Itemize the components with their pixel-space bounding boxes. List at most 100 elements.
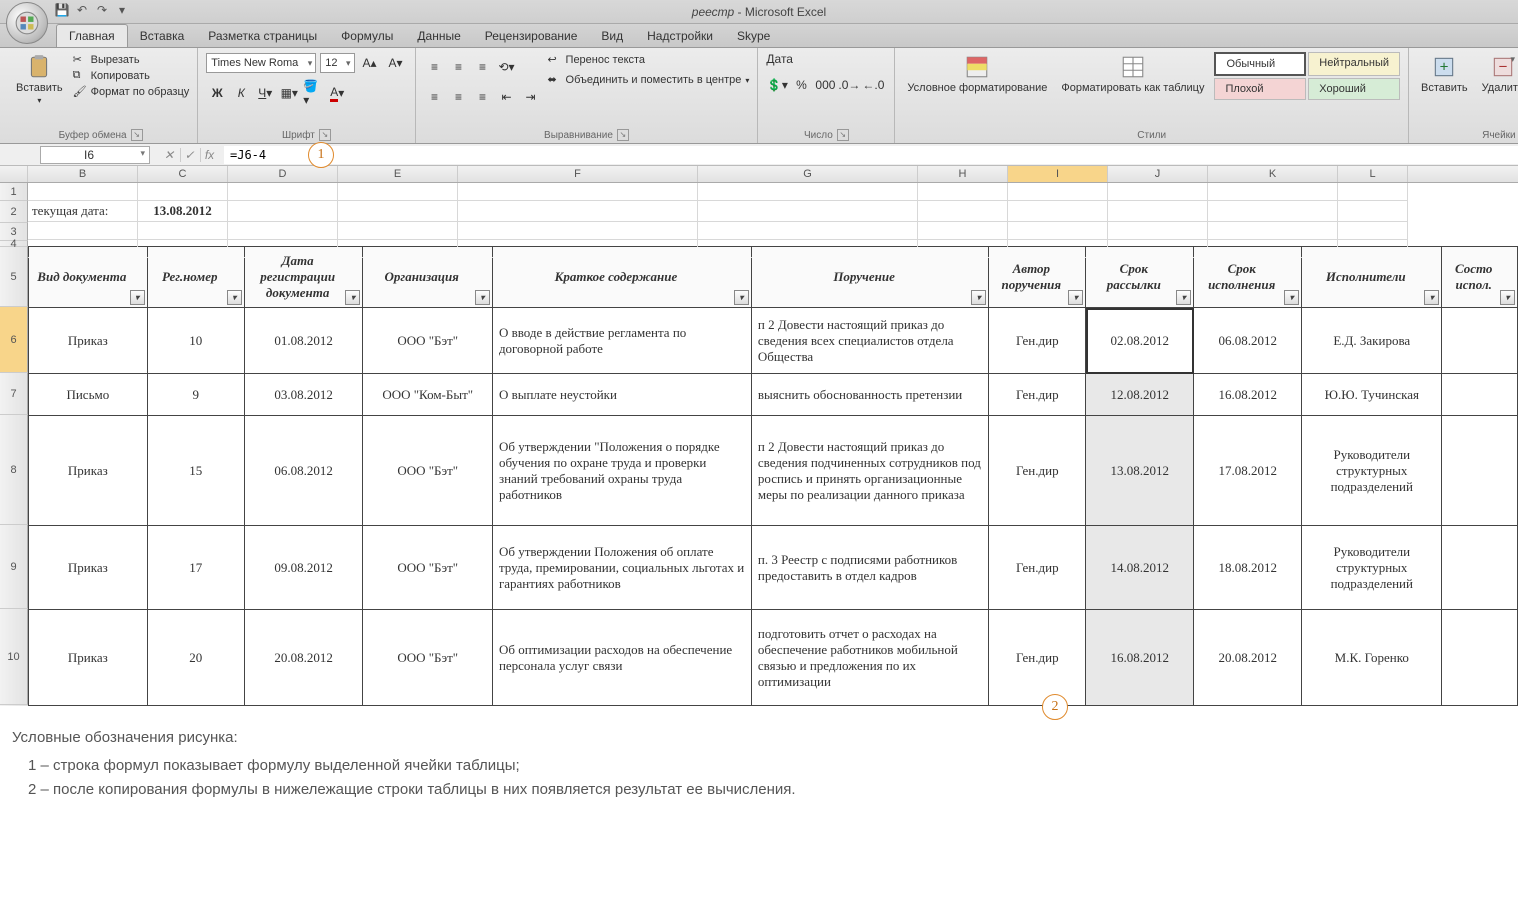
table-row[interactable]: Письмо903.08.2012ООО "Ком-Быт"О выплате … <box>29 374 1518 416</box>
table-cell[interactable] <box>1442 308 1518 374</box>
underline-button[interactable]: Ч▾ <box>254 82 276 104</box>
table-cell[interactable]: О выплате неустойки <box>492 374 751 416</box>
select-all-corner[interactable] <box>0 166 28 182</box>
table-header-cell[interactable]: Вид документа▾ <box>29 247 148 308</box>
office-button[interactable] <box>6 2 48 44</box>
dialog-launcher-icon[interactable]: ↘ <box>319 129 331 141</box>
copy-button[interactable]: ⧉Копировать <box>73 68 190 84</box>
filter-dropdown-icon[interactable]: ▾ <box>1176 290 1191 305</box>
font-size-combo[interactable]: 12 <box>320 53 354 73</box>
row-header[interactable]: 10 <box>0 609 28 705</box>
style-good[interactable]: Хороший <box>1308 78 1400 100</box>
table-cell[interactable]: 20 <box>147 610 244 706</box>
table-cell[interactable] <box>1442 610 1518 706</box>
table-cell[interactable]: 16.08.2012 <box>1194 374 1302 416</box>
cut-button[interactable]: ✂Вырезать <box>73 52 190 68</box>
table-cell[interactable]: ООО "Бэт" <box>363 416 492 526</box>
table-cell[interactable]: Об оптимизации расходов на обеспечение п… <box>492 610 751 706</box>
table-cell[interactable]: Письмо <box>29 374 148 416</box>
cell-styles-gallery[interactable]: Обычный Нейтральный Плохой Хороший <box>1214 52 1400 100</box>
table-header-cell[interactable]: Краткое содержание▾ <box>492 247 751 308</box>
row-header[interactable]: 7 <box>0 373 28 415</box>
table-header-cell[interactable]: Исполнители▾ <box>1302 247 1442 308</box>
table-cell[interactable]: выяснить обоснованность претензии <box>751 374 988 416</box>
row-4[interactable] <box>28 240 1518 246</box>
comma-icon[interactable]: 000 <box>814 74 836 96</box>
row-3[interactable] <box>28 222 1518 240</box>
increase-font-icon[interactable]: A▴ <box>359 52 381 74</box>
filter-dropdown-icon[interactable]: ▾ <box>130 290 145 305</box>
format-painter-button[interactable]: 🖌Формат по образцу <box>73 84 190 100</box>
data-table[interactable]: Вид документа▾Рег.номер▾Дата регистрации… <box>28 246 1518 706</box>
filter-dropdown-icon[interactable]: ▾ <box>227 290 242 305</box>
row-header[interactable]: 9 <box>0 525 28 609</box>
orientation-icon[interactable]: ⟲▾ <box>496 56 518 78</box>
align-bottom-icon[interactable]: ≡ <box>472 56 494 78</box>
undo-icon[interactable]: ↶ <box>74 2 90 18</box>
increase-decimal-icon[interactable]: .0→ <box>838 74 860 96</box>
col-header[interactable]: G <box>698 166 918 182</box>
italic-button[interactable]: К <box>230 82 252 104</box>
table-cell[interactable]: Ю.Ю. Тучинская <box>1302 374 1442 416</box>
tab-formulas[interactable]: Формулы <box>329 25 405 47</box>
table-cell[interactable]: Об утверждении Положения об оплате труда… <box>492 526 751 610</box>
table-cell[interactable]: 20.08.2012 <box>1194 610 1302 706</box>
col-header[interactable]: J <box>1108 166 1208 182</box>
table-row[interactable]: Приказ1001.08.2012ООО "Бэт"О вводе в дей… <box>29 308 1518 374</box>
save-icon[interactable]: 💾 <box>54 2 70 18</box>
row-header[interactable]: 5 <box>0 247 28 307</box>
percent-icon[interactable]: % <box>790 74 812 96</box>
table-cell[interactable]: п 2 Довести настоящий приказ до сведения… <box>751 308 988 374</box>
tab-insert[interactable]: Вставка <box>128 25 197 47</box>
table-cell[interactable]: Приказ <box>29 610 148 706</box>
paste-button[interactable]: Вставить▾ <box>12 52 67 107</box>
fx-icon[interactable]: fx <box>200 148 218 162</box>
decrease-decimal-icon[interactable]: ←.0 <box>862 74 884 96</box>
col-header[interactable]: B <box>28 166 138 182</box>
col-header[interactable]: H <box>918 166 1008 182</box>
redo-icon[interactable]: ↷ <box>94 2 110 18</box>
align-left-icon[interactable]: ≡ <box>424 86 446 108</box>
table-cell[interactable] <box>1442 526 1518 610</box>
table-cell[interactable]: 10 <box>147 308 244 374</box>
table-row[interactable]: Приказ1506.08.2012ООО "Бэт"Об утверждени… <box>29 416 1518 526</box>
indent-decrease-icon[interactable]: ⇤ <box>496 86 518 108</box>
table-cell[interactable]: 20.08.2012 <box>244 610 363 706</box>
table-cell[interactable]: 15 <box>147 416 244 526</box>
table-cell[interactable]: 13.08.2012 <box>1086 416 1194 526</box>
style-normal[interactable]: Обычный <box>1214 52 1306 76</box>
style-neutral[interactable]: Нейтральный <box>1308 52 1400 76</box>
row-header[interactable]: 6 <box>0 307 28 373</box>
table-cell[interactable]: ООО "Бэт" <box>363 308 492 374</box>
table-cell[interactable]: 09.08.2012 <box>244 526 363 610</box>
table-cell[interactable]: 17 <box>147 526 244 610</box>
table-cell[interactable]: 06.08.2012 <box>244 416 363 526</box>
table-cell[interactable] <box>1442 374 1518 416</box>
align-right-icon[interactable]: ≡ <box>472 86 494 108</box>
table-header-cell[interactable]: Срок исполнения▾ <box>1194 247 1302 308</box>
col-header[interactable]: D <box>228 166 338 182</box>
indent-increase-icon[interactable]: ⇥ <box>520 86 542 108</box>
row-headers[interactable]: 12345678910 <box>0 183 28 706</box>
table-cell[interactable]: 06.08.2012 <box>1194 308 1302 374</box>
filter-dropdown-icon[interactable]: ▾ <box>345 290 360 305</box>
table-cell[interactable]: М.К. Горенко <box>1302 610 1442 706</box>
table-cell[interactable]: Приказ <box>29 416 148 526</box>
column-headers[interactable]: B C D E F G H I J K L <box>0 166 1518 183</box>
dialog-launcher-icon[interactable]: ↘ <box>131 129 143 141</box>
border-button[interactable]: ▦▾ <box>278 82 300 104</box>
table-cell[interactable]: п. 3 Реестр с подписями работников предо… <box>751 526 988 610</box>
table-cell[interactable]: Ген.дир <box>989 526 1086 610</box>
table-cell[interactable]: Ген.дир <box>989 308 1086 374</box>
fill-color-button[interactable]: 🪣▾ <box>302 82 324 104</box>
table-cell[interactable]: Ген.дир <box>989 374 1086 416</box>
table-cell[interactable]: 03.08.2012 <box>244 374 363 416</box>
table-cell[interactable]: ООО "Бэт" <box>363 526 492 610</box>
worksheet[interactable]: B C D E F G H I J K L 12345678910 текуща… <box>0 166 1518 706</box>
tab-addins[interactable]: Надстройки <box>635 25 725 47</box>
tab-skype[interactable]: Skype <box>725 25 782 47</box>
table-header-cell[interactable]: Организация▾ <box>363 247 492 308</box>
table-cell[interactable]: 9 <box>147 374 244 416</box>
dialog-launcher-icon[interactable]: ↘ <box>837 129 849 141</box>
formula-input[interactable] <box>224 146 1518 164</box>
